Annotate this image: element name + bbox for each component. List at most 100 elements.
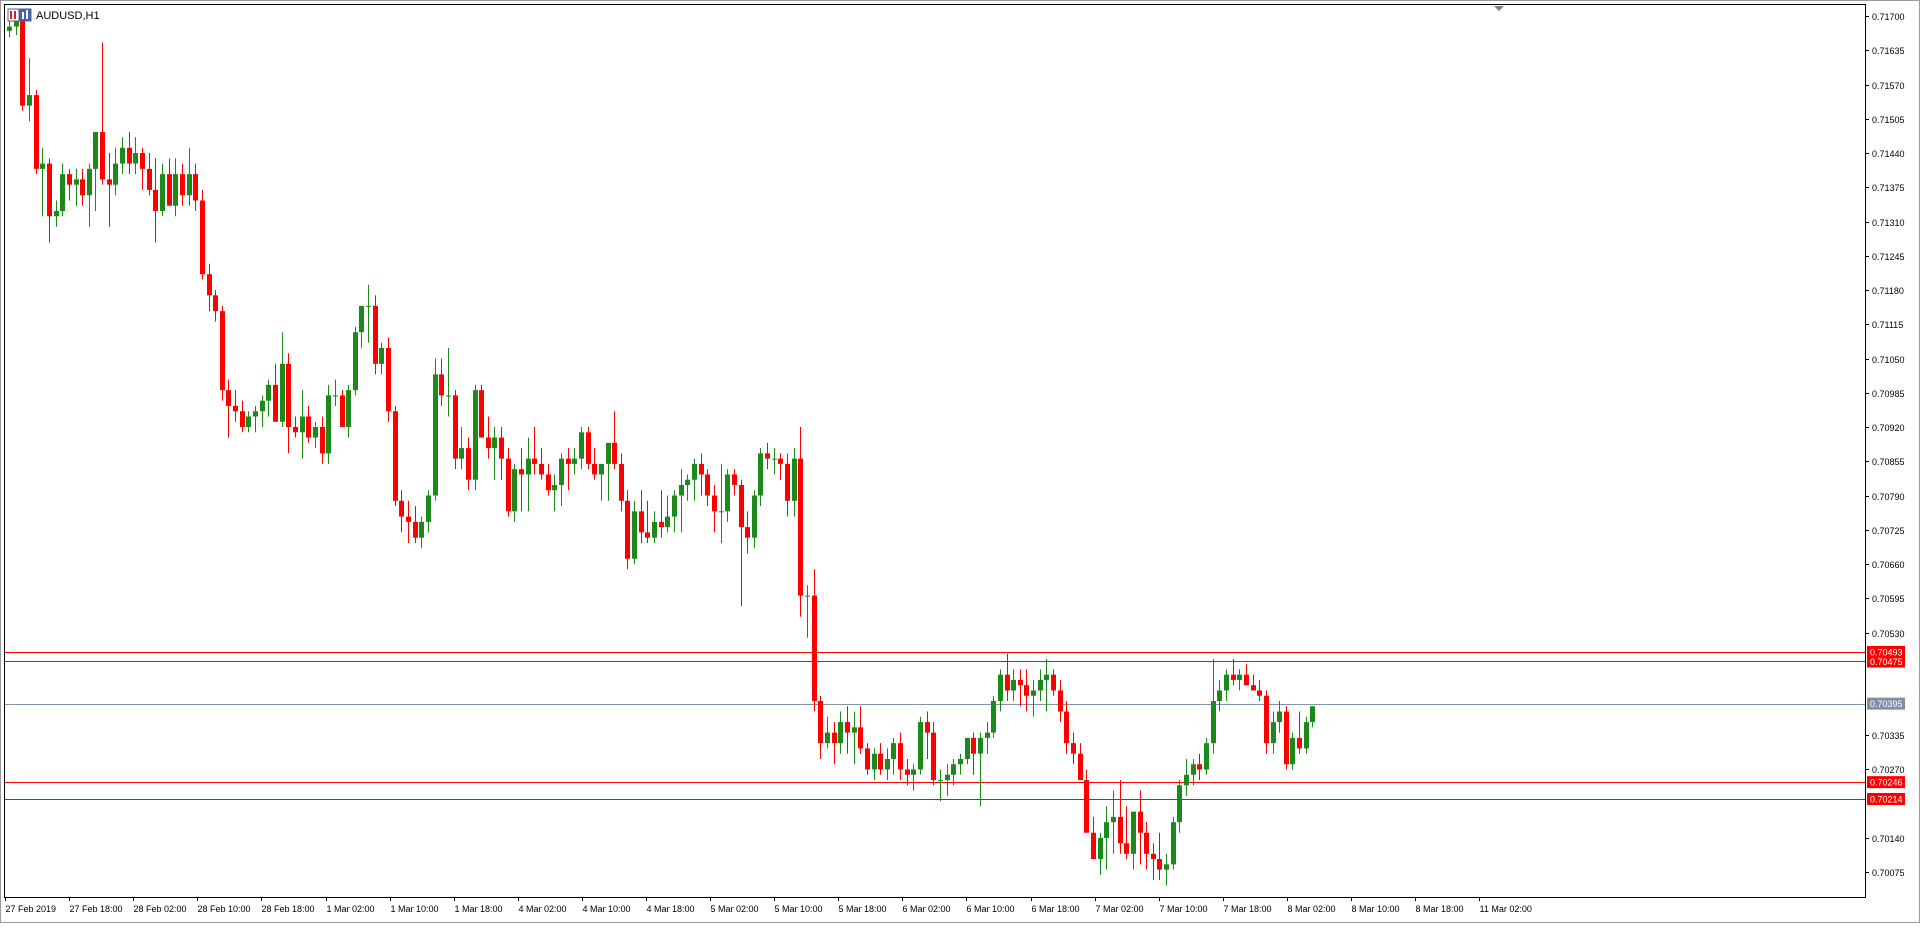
y-tick-label: 0.71115 xyxy=(1872,320,1903,330)
candle-body xyxy=(473,390,478,480)
chart-window[interactable]: 0.71700 0.71635 0.71570 0.71505 0.71440 0.713… xyxy=(0,0,1920,923)
candle-body xyxy=(87,168,92,196)
candle-body xyxy=(838,722,843,744)
x-tick-label: 4 Mar 10:00 xyxy=(583,904,631,914)
candle-body xyxy=(559,458,564,485)
candle-body xyxy=(659,521,664,528)
candle-body xyxy=(27,95,32,106)
candle-body xyxy=(685,479,690,485)
candle-body xyxy=(207,274,212,296)
candle-body xyxy=(1197,764,1202,770)
candle-body xyxy=(1098,837,1103,860)
candle-body xyxy=(958,758,963,765)
y-tick-label: 0.70530 xyxy=(1872,629,1905,639)
y-tick-label: 0.71310 xyxy=(1872,218,1905,228)
candle-body xyxy=(74,179,79,185)
candle-body xyxy=(745,527,750,538)
candle-body xyxy=(1104,822,1109,838)
candle-body xyxy=(7,26,12,31)
candle-body xyxy=(945,774,950,781)
candle-body xyxy=(832,732,837,744)
x-tick-label: 8 Mar 10:00 xyxy=(1352,904,1400,914)
candle-body xyxy=(80,179,85,196)
candle-body xyxy=(120,147,125,164)
chart-window-icon[interactable] xyxy=(7,8,32,22)
candle-body xyxy=(911,769,916,775)
candle-body xyxy=(419,521,424,538)
y-tick-label: 0.71440 xyxy=(1872,149,1905,159)
candle-body xyxy=(459,448,464,459)
candle-body xyxy=(1131,811,1136,854)
candle-body xyxy=(280,363,285,422)
candle-body xyxy=(20,20,25,106)
candle-body xyxy=(273,384,278,422)
candlestick-chart[interactable]: 0.71700 0.71635 0.71570 0.71505 0.71440 0.713… xyxy=(0,0,1920,923)
candle-body xyxy=(54,211,59,217)
time-axis[interactable]: 27 Feb 2019 27 Feb 18:00 28 Feb 02:00 28 Fe… xyxy=(5,897,1532,914)
candle-body xyxy=(672,495,677,517)
y-tick-label: 0.70140 xyxy=(1872,834,1905,844)
candle-body xyxy=(40,163,45,169)
candle-body xyxy=(193,174,198,201)
candle-body xyxy=(439,374,444,396)
candle-body xyxy=(978,737,983,754)
candle-body xyxy=(825,732,830,744)
candle-body xyxy=(639,511,644,533)
candle-body xyxy=(679,484,684,496)
candle-body xyxy=(47,163,52,217)
y-tick-label: 0.71700 xyxy=(1872,12,1905,22)
candle-body xyxy=(885,758,890,770)
candle-body xyxy=(107,179,112,185)
candle-body xyxy=(67,174,72,185)
candle-body xyxy=(1151,853,1156,860)
candle-body xyxy=(1024,685,1029,696)
x-tick-label: 5 Mar 18:00 xyxy=(839,904,887,914)
candle-body xyxy=(479,390,484,438)
candle-body xyxy=(645,532,650,538)
price-axis[interactable]: 0.71700 0.71635 0.71570 0.71505 0.71440 0.713… xyxy=(1865,12,1905,878)
candle-body xyxy=(1078,753,1083,781)
candle-body xyxy=(34,95,39,169)
candle-body xyxy=(1217,690,1222,702)
candle-body xyxy=(692,463,697,480)
candle-body xyxy=(200,200,205,275)
y-tick-label: 0.70335 xyxy=(1872,731,1905,741)
candle-body xyxy=(147,168,152,190)
candle-body xyxy=(113,163,118,185)
candle-body xyxy=(878,753,883,770)
candle-body xyxy=(346,390,351,428)
candle-body xyxy=(173,174,178,206)
x-tick-label: 1 Mar 02:00 xyxy=(327,904,375,914)
symbol-label: AUDUSD,H1 xyxy=(36,10,100,22)
x-tick-label: 7 Mar 02:00 xyxy=(1096,904,1144,914)
candle-body xyxy=(632,511,637,559)
candle-body xyxy=(858,727,863,749)
candle-body xyxy=(951,764,956,775)
y-tick-label: 0.70270 xyxy=(1872,765,1905,775)
candle-body xyxy=(213,295,218,312)
candle-body xyxy=(998,674,1003,702)
candle-body xyxy=(240,411,245,428)
level-price-tag: 0.70475 xyxy=(1870,657,1903,667)
candle-body xyxy=(519,469,524,475)
candle-body xyxy=(93,131,98,169)
candle-body xyxy=(220,311,225,391)
candle-body xyxy=(1051,674,1056,691)
candle-body xyxy=(133,153,138,164)
candle-body xyxy=(785,463,790,501)
candle-body xyxy=(625,500,630,559)
x-tick-label: 8 Mar 02:00 xyxy=(1288,904,1336,914)
candle-body xyxy=(127,147,132,164)
candle-body xyxy=(699,463,704,475)
candle-body xyxy=(1191,764,1196,775)
candle-body xyxy=(1058,690,1063,712)
candle-body xyxy=(1257,690,1262,696)
x-tick-label: 28 Feb 18:00 xyxy=(262,904,315,914)
price-tags: 0.704930.704750.702460.702140.70395 xyxy=(1867,646,1905,806)
candle-body xyxy=(586,432,591,464)
candle-body xyxy=(333,395,338,397)
x-tick-label: 11 Mar 02:00 xyxy=(1480,904,1532,914)
candle-body xyxy=(739,484,744,528)
candle-body xyxy=(1224,674,1229,691)
candle-body xyxy=(965,737,970,759)
